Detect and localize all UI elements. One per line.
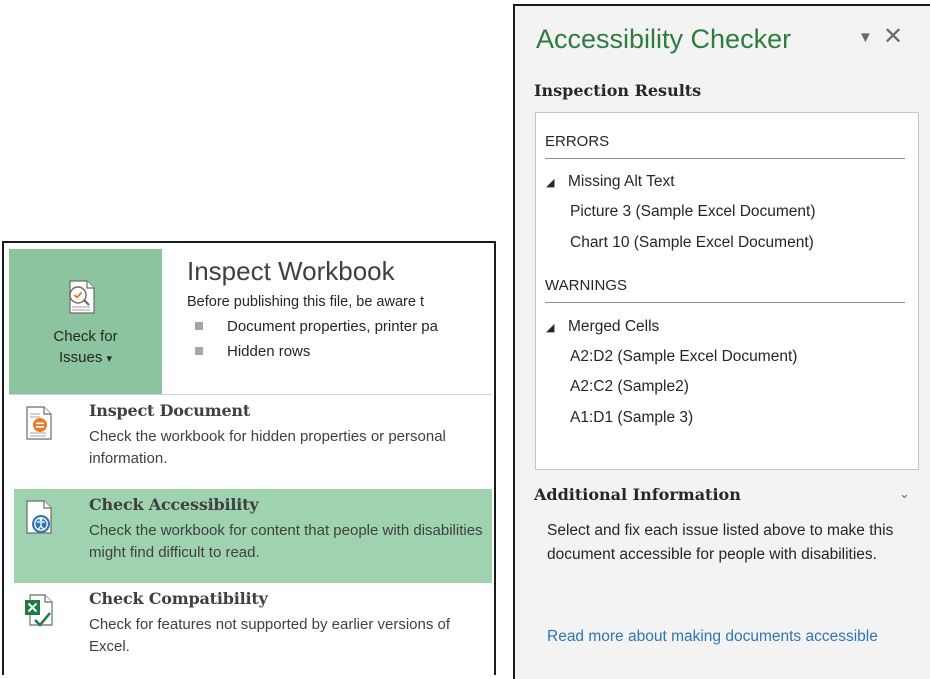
menu-item-check-accessibility[interactable]: Check Accessibility Check the workbook f… xyxy=(14,489,492,583)
list-item[interactable]: Chart 10 (Sample Excel Document) xyxy=(570,234,814,252)
file-info-window: Check for Issues ▾ Inspect Workbook Befo… xyxy=(2,241,496,675)
inspection-results-list[interactable]: ERRORS ◢ Missing Alt Text Picture 3 (Samp… xyxy=(535,112,919,470)
inspect-document-icon xyxy=(26,406,52,440)
accessibility-icon xyxy=(26,500,52,534)
collapse-triangle-icon: ◢ xyxy=(546,177,555,189)
check-for-issues-menu: Inspect Document Check the workbook for … xyxy=(9,394,492,675)
bullet-square-icon xyxy=(195,322,203,330)
divider xyxy=(545,158,905,159)
menu-item-title: Check Compatibility xyxy=(89,589,268,608)
check-for-issues-button[interactable]: Check for Issues ▾ xyxy=(9,249,162,394)
bullet-square-icon xyxy=(195,347,203,355)
close-icon[interactable]: ✕ xyxy=(883,22,903,51)
tree-item-merged-cells[interactable]: ◢ Merged Cells xyxy=(546,318,659,336)
additional-information-heading: Additional Information xyxy=(534,485,741,504)
inspect-description: Before publishing this file, be aware t xyxy=(187,294,424,310)
additional-information-text: Select and fix each issue listed above t… xyxy=(547,522,894,563)
list-item[interactable]: Picture 3 (Sample Excel Document) xyxy=(570,203,816,221)
chevron-down-icon[interactable]: ⌄ xyxy=(899,486,910,502)
inspect-workbook-section: Inspect Workbook Before publishing this … xyxy=(187,255,494,364)
accessibility-checker-pane: Accessibility Checker ▼ ✕ Inspection Res… xyxy=(513,4,930,679)
excel-compatibility-icon xyxy=(25,594,53,627)
menu-item-title: Inspect Document xyxy=(89,401,251,420)
check-for-issues-label: Check for Issues ▾ xyxy=(53,328,118,366)
tree-item-missing-alt-text[interactable]: ◢ Missing Alt Text xyxy=(546,173,675,191)
pane-title: Accessibility Checker xyxy=(536,24,792,54)
menu-item-description: Check the workbook for content that peop… xyxy=(89,522,483,561)
pane-options-icon[interactable]: ▼ xyxy=(858,29,873,46)
list-item[interactable]: A2:C2 (Sample2) xyxy=(570,378,689,396)
menu-item-description: Check the workbook for hidden properties… xyxy=(89,428,446,467)
warnings-heading: WARNINGS xyxy=(545,277,627,294)
check-for-issues-icon xyxy=(69,280,95,314)
menu-item-inspect-document[interactable]: Inspect Document Check the workbook for … xyxy=(14,395,492,489)
list-item[interactable]: A1:D1 (Sample 3) xyxy=(570,409,693,427)
errors-heading: ERRORS xyxy=(545,133,610,150)
menu-item-title: Check Accessibility xyxy=(89,495,259,514)
collapse-triangle-icon: ◢ xyxy=(546,322,555,334)
list-item[interactable]: A2:D2 (Sample Excel Document) xyxy=(570,348,797,366)
read-more-link[interactable]: Read more about making documents accessi… xyxy=(547,625,907,649)
dropdown-caret-icon: ▾ xyxy=(106,353,113,365)
inspect-bullet: Document properties, printer pa xyxy=(187,314,494,339)
inspect-bullet: Hidden rows xyxy=(187,339,494,364)
inspect-workbook-title: Inspect Workbook xyxy=(187,256,395,286)
divider xyxy=(545,302,905,303)
menu-item-description: Check for features not supported by earl… xyxy=(89,616,451,655)
inspect-bullet-list: Document properties, printer pa Hidden r… xyxy=(187,314,494,364)
inspection-results-heading: Inspection Results xyxy=(534,81,702,100)
menu-item-check-compatibility[interactable]: Check Compatibility Check for features n… xyxy=(14,583,492,675)
